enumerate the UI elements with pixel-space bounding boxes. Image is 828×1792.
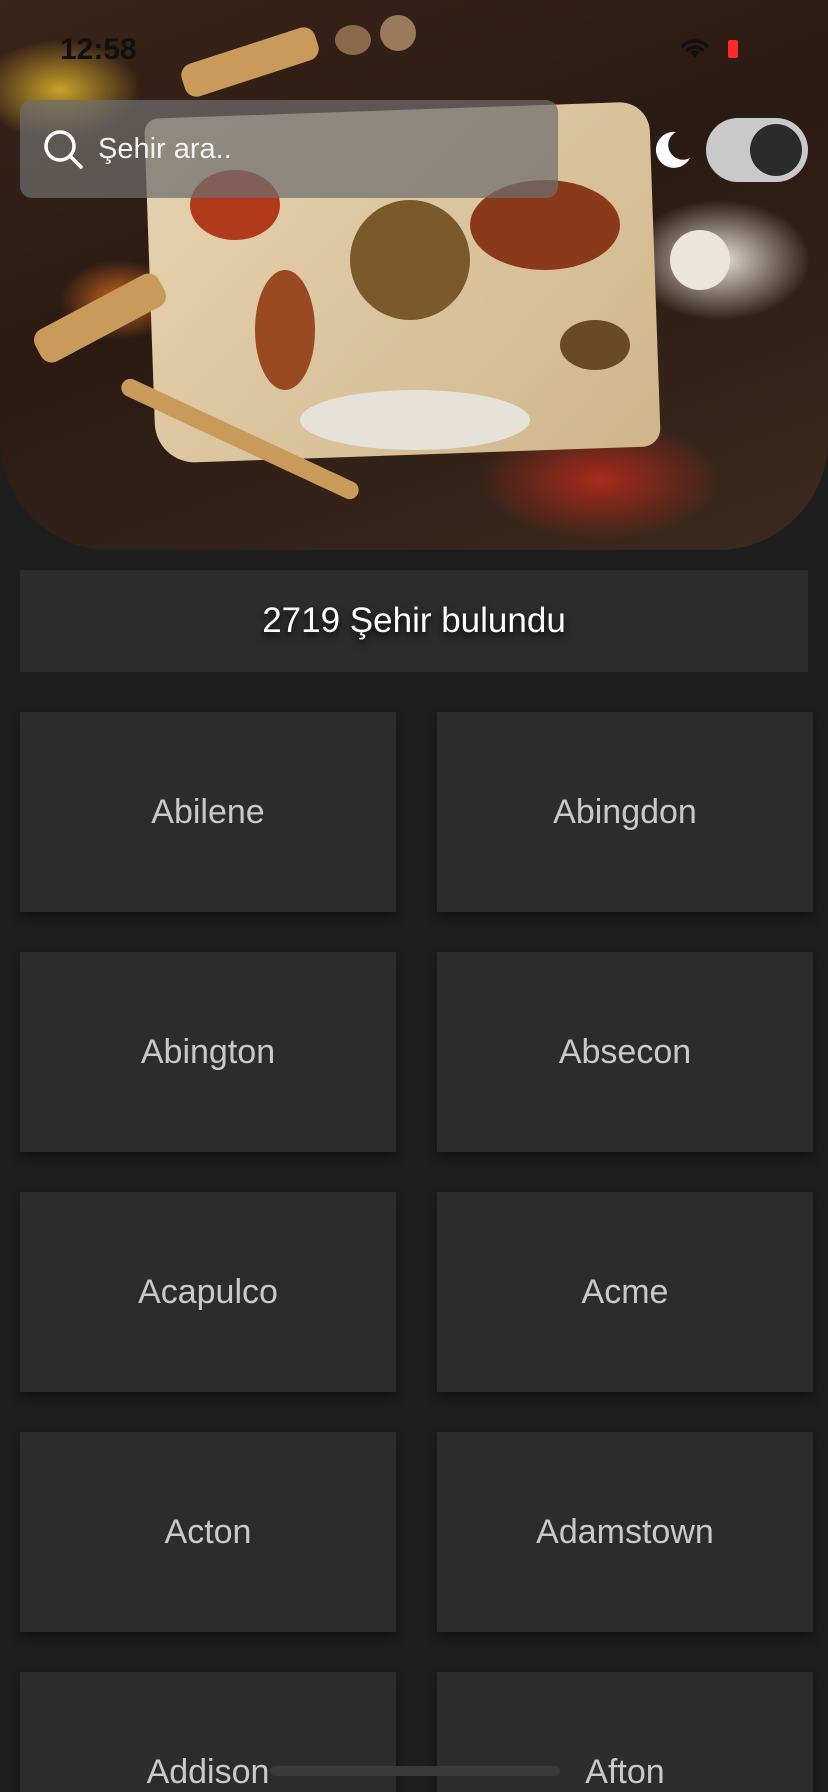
- city-name: Absecon: [558, 1032, 692, 1071]
- city-card[interactable]: Acme: [437, 1192, 813, 1392]
- city-name: Acapulco: [138, 1272, 278, 1311]
- salt-pile: [300, 390, 530, 450]
- garlic: [670, 230, 730, 290]
- city-card[interactable]: Adamstown: [437, 1432, 813, 1632]
- search-icon: [44, 130, 83, 169]
- city-card[interactable]: Acapulco: [20, 1192, 396, 1392]
- wooden-scoop: [178, 24, 322, 100]
- status-time: 12:58: [60, 33, 137, 66]
- wooden-scoop: [29, 269, 171, 367]
- hero-image: [0, 0, 828, 550]
- results-count-banner: 2719 Şehir bulundu: [20, 570, 808, 672]
- city-name: Abington: [140, 1032, 276, 1071]
- city-card[interactable]: Abilene: [20, 712, 396, 912]
- city-card[interactable]: Abingdon: [437, 712, 813, 912]
- toggle-knob: [750, 124, 802, 176]
- status-icons: [678, 36, 788, 60]
- city-card[interactable]: Acton: [20, 1432, 396, 1632]
- search-input[interactable]: [98, 124, 538, 174]
- city-name: Addison: [146, 1752, 270, 1791]
- wifi-icon: [681, 39, 709, 58]
- city-name: Acme: [581, 1272, 669, 1311]
- search-bar[interactable]: [20, 100, 558, 198]
- city-card[interactable]: Absecon: [437, 952, 813, 1152]
- city-name: Afton: [585, 1752, 665, 1791]
- spice-pile: [255, 270, 315, 390]
- home-indicator: [270, 1766, 560, 1776]
- city-name: Adamstown: [536, 1512, 714, 1551]
- dark-mode-toggle[interactable]: [706, 118, 808, 182]
- city-name: Acton: [164, 1512, 252, 1551]
- moon-icon: [655, 131, 690, 168]
- city-grid: Abilene Abingdon Abington Absecon Acapul…: [20, 712, 813, 1792]
- nut: [380, 15, 416, 51]
- results-count-text: 2719 Şehir bulundu: [262, 601, 566, 640]
- city-name: Abilene: [151, 792, 265, 831]
- city-card[interactable]: Abington: [20, 952, 396, 1152]
- spice-pile: [560, 320, 630, 370]
- city-name: Abingdon: [553, 792, 697, 831]
- spice-pile: [350, 200, 470, 320]
- battery-icon: [728, 40, 738, 58]
- nut: [335, 25, 371, 55]
